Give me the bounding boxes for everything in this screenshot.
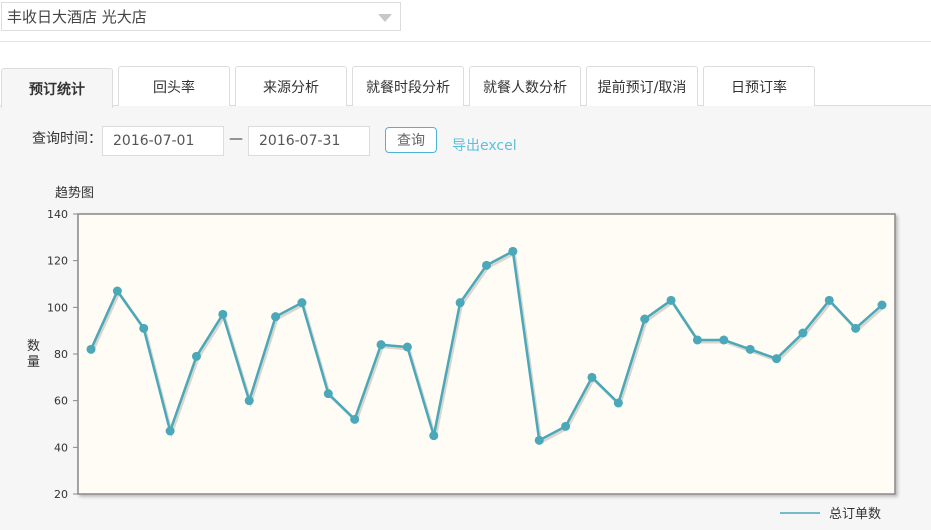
data-point[interactable] xyxy=(271,312,281,322)
y-tick-label: 100 xyxy=(47,301,68,314)
data-point[interactable] xyxy=(613,398,623,408)
data-point[interactable] xyxy=(587,372,597,382)
data-point[interactable] xyxy=(482,260,491,270)
data-point[interactable] xyxy=(798,328,808,338)
data-point[interactable] xyxy=(323,389,333,399)
legend-label: 总订单数 xyxy=(829,507,881,522)
data-point[interactable] xyxy=(508,246,518,256)
data-point[interactable] xyxy=(692,335,702,345)
data-point[interactable] xyxy=(561,421,571,431)
y-tick-label: 60 xyxy=(54,395,68,408)
y-axis: 20 40 60 80 100 120 140 xyxy=(47,208,78,501)
trend-chart: 20 40 60 80 100 120 140 数量 总订单数 xyxy=(27,208,896,522)
y-tick-label: 80 xyxy=(54,348,68,361)
data-point[interactable] xyxy=(112,286,122,296)
data-point[interactable] xyxy=(851,323,861,333)
data-point[interactable] xyxy=(244,396,254,406)
data-point[interactable] xyxy=(772,354,782,364)
y-tick-label: 20 xyxy=(54,488,68,501)
data-point[interactable] xyxy=(139,323,149,333)
data-point[interactable] xyxy=(86,344,96,354)
legend[interactable]: 总订单数 xyxy=(780,507,881,522)
data-point[interactable] xyxy=(534,435,544,445)
data-point[interactable] xyxy=(877,300,887,310)
data-point[interactable] xyxy=(745,344,755,354)
data-point[interactable] xyxy=(191,351,201,361)
data-point[interactable] xyxy=(666,295,676,305)
data-point[interactable] xyxy=(429,431,439,441)
data-point[interactable] xyxy=(218,309,228,319)
data-point[interactable] xyxy=(350,414,360,424)
y-tick-label: 120 xyxy=(47,255,68,268)
data-point[interactable] xyxy=(165,426,175,436)
data-point[interactable] xyxy=(297,298,307,308)
data-point[interactable] xyxy=(640,314,650,324)
data-point[interactable] xyxy=(824,295,834,305)
y-axis-label: 数量 xyxy=(27,339,40,370)
data-point[interactable] xyxy=(719,335,729,345)
data-point[interactable] xyxy=(402,342,412,352)
y-tick-label: 140 xyxy=(47,208,68,221)
y-tick-label: 40 xyxy=(54,441,68,454)
data-point[interactable] xyxy=(376,340,386,350)
data-point[interactable] xyxy=(455,298,465,308)
